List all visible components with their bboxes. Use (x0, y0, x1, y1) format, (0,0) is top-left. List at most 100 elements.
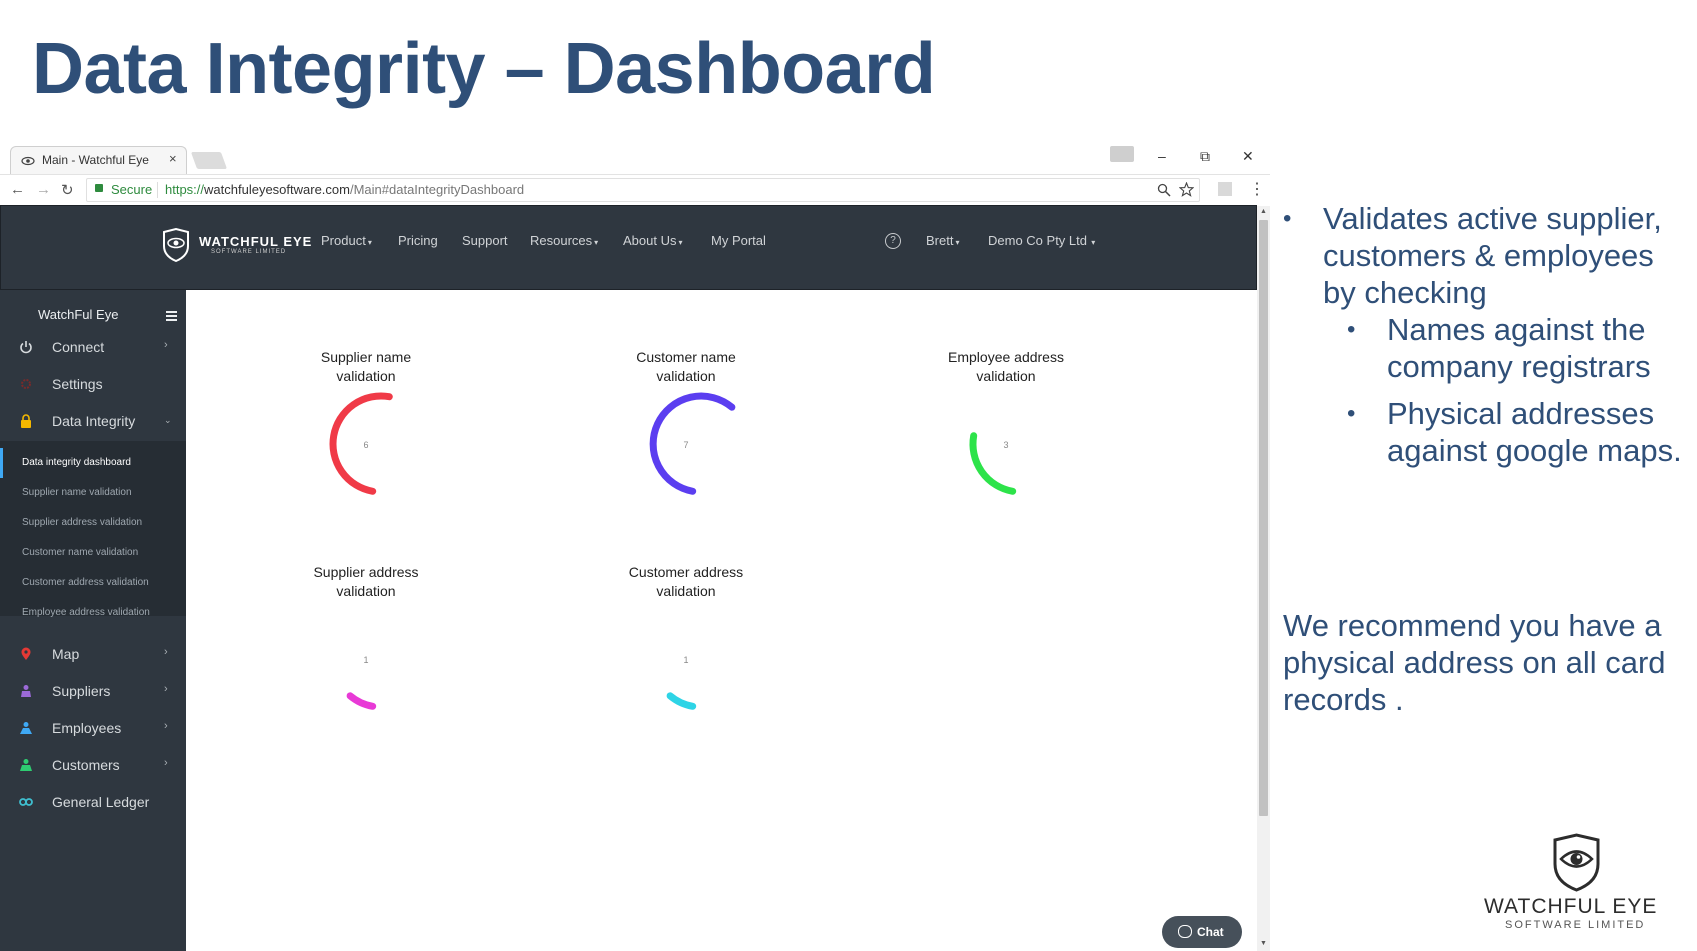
gauge-supplier-address: Supplier address validation 1 (286, 563, 446, 753)
scroll-up-icon[interactable]: ▲ (1260, 208, 1267, 215)
user-menu[interactable]: Brett ▾ (926, 233, 959, 248)
data-integrity-submenu: Data integrity dashboard Supplier name v… (0, 441, 186, 618)
profile-icon[interactable] (1110, 146, 1134, 162)
gauge-label: Customer name validation (606, 348, 766, 386)
gauge-value: 1 (363, 655, 369, 665)
browser-window: Main - Watchful Eye × – ⧉ ✕ ← → ↻ Secure… (0, 143, 1270, 951)
sidebar-item-data-integrity[interactable]: Data Integrity ⌄ (0, 404, 186, 440)
forward-icon[interactable]: → (36, 181, 51, 198)
nav-product-label: Product (321, 233, 366, 248)
gauge-label-line2: validation (336, 583, 396, 599)
submenu-supplier-address-validation[interactable]: Supplier address validation (22, 517, 142, 528)
top-navigation: WATCHFUL EYE SOFTWARE LIMITED Product ▾ P… (0, 205, 1257, 290)
gauge-customer-address: Customer address validation 1 (606, 563, 766, 753)
sidebar-item-label: Data Integrity (52, 413, 136, 429)
lock-icon (95, 184, 103, 192)
star-icon[interactable] (1179, 182, 1194, 197)
submenu-data-integrity-dashboard[interactable]: Data integrity dashboard (22, 457, 131, 468)
submenu-employee-address-validation[interactable]: Employee address validation (22, 607, 150, 618)
gauge-supplier-name: Supplier name validation 6 (286, 348, 446, 538)
sidebar-item-map[interactable]: Map › (0, 637, 186, 673)
sidebar-item-customers[interactable]: Customers › (0, 748, 186, 784)
extension-icon[interactable] (1218, 182, 1232, 196)
nav-pricing[interactable]: Pricing (398, 233, 438, 248)
watchful-eye-logo: WATCHFUL EYE SOFTWARE LIMITED (1484, 832, 1664, 932)
nav-about-us[interactable]: About Us ▾ (623, 233, 683, 248)
sidebar-item-label: Map (52, 646, 80, 662)
sidebar-item-label: General Ledger (52, 794, 150, 810)
hamburger-menu-icon[interactable] (166, 311, 177, 323)
submenu-supplier-name-validation[interactable]: Supplier name validation (22, 487, 132, 498)
browser-tab[interactable]: Main - Watchful Eye × (10, 146, 187, 175)
help-icon[interactable]: ? (885, 233, 901, 249)
reload-icon[interactable]: ↻ (61, 181, 74, 199)
caret-down-icon: ▾ (1089, 238, 1096, 247)
sidebar-item-connect[interactable]: Connect › (0, 330, 186, 366)
tab-title: Main - Watchful Eye (42, 153, 149, 167)
gauge-employee-address: Employee address validation 3 (926, 348, 1086, 538)
scrollbar[interactable]: ▲ ▼ (1257, 206, 1270, 951)
url-host: watchfuleyesoftware.com (204, 182, 350, 197)
gauge-arc (649, 392, 736, 495)
user-name: Brett (926, 233, 954, 248)
nav-support[interactable]: Support (462, 233, 508, 248)
submenu-customer-address-validation[interactable]: Customer address validation (22, 577, 149, 588)
recommendation-text: We recommend you have a physical address… (1283, 608, 1666, 717)
gauge-label: Employee address validation (926, 348, 1086, 386)
gauge-arc (666, 692, 697, 710)
zoom-icon[interactable] (1157, 183, 1171, 197)
company-name: Demo Co Pty Ltd (988, 233, 1087, 248)
scrollbar-thumb[interactable] (1259, 220, 1268, 816)
tab-close-icon[interactable]: × (169, 151, 177, 166)
gauge-arc (329, 392, 393, 495)
bullet-text: Names against the company registrars (1387, 312, 1651, 384)
gauge-value: 6 (363, 440, 369, 450)
brand-sub: SOFTWARE LIMITED (211, 249, 287, 255)
logo-sub: SOFTWARE LIMITED (1505, 919, 1646, 931)
bullet-dot: • (1347, 316, 1356, 343)
back-icon[interactable]: ← (10, 181, 25, 198)
eye-icon (21, 156, 35, 166)
secure-label: Secure (111, 182, 153, 197)
chevron-right-icon: › (164, 683, 168, 695)
company-menu[interactable]: Demo Co Pty Ltd ▾ (988, 233, 1095, 248)
minimize-icon[interactable]: – (1158, 148, 1166, 164)
gauge-label: Supplier address validation (286, 563, 446, 601)
nav-about-label: About Us (623, 233, 677, 248)
new-tab-button[interactable] (190, 152, 228, 169)
chevron-down-icon: ⌄ (164, 415, 172, 425)
gauge-label: Customer address validation (606, 563, 766, 601)
gauge-arc (346, 692, 377, 710)
gauge-label-line2: validation (656, 583, 716, 599)
bullet-text: Validates active supplier, customers & e… (1323, 201, 1662, 310)
chevron-right-icon: › (164, 720, 168, 732)
submenu-customer-name-validation[interactable]: Customer name validation (22, 547, 138, 558)
browser-menu-icon[interactable]: ⋮ (1249, 179, 1265, 199)
gauge-label-line1: Customer address (628, 564, 744, 580)
lock-icon (21, 414, 31, 428)
brand-name: WATCHFUL EYE (199, 234, 313, 249)
nav-my-portal[interactable]: My Portal (711, 233, 766, 248)
sidebar-item-general-ledger[interactable]: General Ledger (0, 785, 186, 821)
chat-button[interactable]: Chat (1162, 916, 1242, 948)
gauge-arc (969, 432, 1017, 495)
url-scheme: https:// (165, 182, 205, 197)
bullet-dot: • (1283, 205, 1292, 232)
map-pin-icon (21, 647, 31, 660)
nav-product[interactable]: Product ▾ (321, 233, 372, 248)
sidebar-item-employees[interactable]: Employees › (0, 711, 186, 747)
restore-icon[interactable]: ⧉ (1200, 148, 1210, 165)
gauge-label-line2: validation (976, 368, 1036, 384)
sidebar-item-suppliers[interactable]: Suppliers › (0, 674, 186, 710)
sidebar-item-settings[interactable]: Settings (0, 367, 186, 403)
employee-icon (20, 722, 32, 734)
scroll-down-icon[interactable]: ▼ (1260, 940, 1267, 947)
gauge-arc-path (666, 692, 697, 710)
nav-resources[interactable]: Resources ▾ (530, 233, 598, 248)
sidebar-title: WatchFul Eye (38, 307, 119, 322)
sidebar-item-label: Settings (52, 376, 103, 392)
divider (157, 182, 158, 198)
url-input[interactable]: Secure https://watchfuleyesoftware.com/M… (86, 178, 1200, 202)
close-window-icon[interactable]: ✕ (1242, 148, 1254, 165)
brand-logo[interactable]: WATCHFUL EYE SOFTWARE LIMITED (161, 228, 311, 268)
